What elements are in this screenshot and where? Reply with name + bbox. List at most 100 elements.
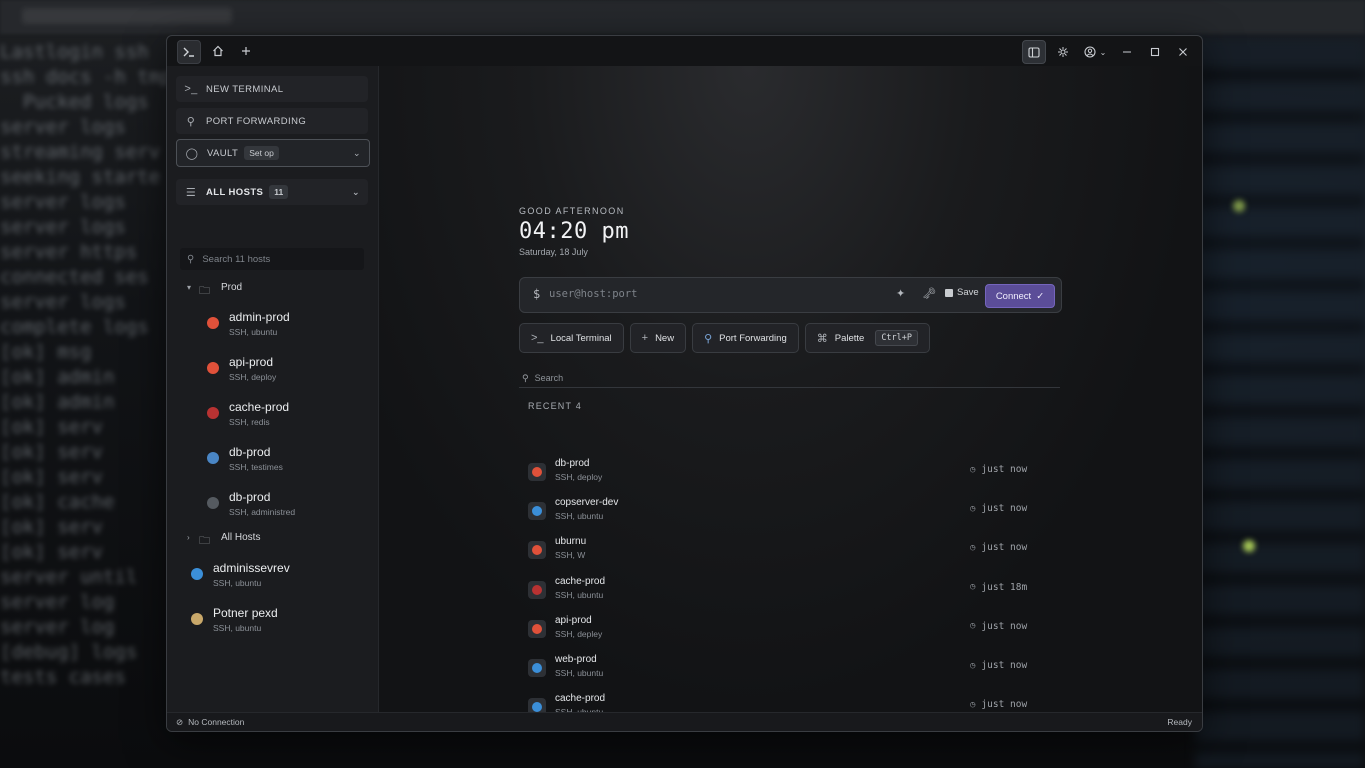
recent-time-label: just now: [981, 542, 1028, 554]
host-item[interactable]: cache-prod SSH, redis: [203, 398, 373, 434]
palette-label: Palette: [834, 332, 865, 344]
recent-host-details: SSH, ubuntu: [555, 668, 604, 678]
new-terminal-label: NEW TERMINAL: [206, 83, 284, 95]
sidebar-toggle-icon[interactable]: [1022, 40, 1046, 64]
host-details: SSH, ubuntu: [213, 623, 262, 633]
host-item[interactable]: adminissevrev SSH, ubuntu: [187, 559, 357, 595]
search-icon: ⚲: [522, 372, 529, 383]
host-os-icon: [528, 619, 546, 638]
recent-host-name: api-prod: [555, 614, 592, 626]
circle-icon: ◯: [185, 147, 199, 160]
host-item[interactable]: admin-prod SSH, ubuntu: [203, 308, 373, 344]
host-search-field[interactable]: ⚲ Search 11 hosts: [180, 248, 364, 270]
connect-button[interactable]: Connect ✓: [985, 284, 1055, 308]
folder-all-label: All Hosts: [221, 532, 261, 543]
recent-time-label: just now: [981, 620, 1028, 632]
no-connection-icon: ⊘: [176, 717, 184, 727]
plus-icon[interactable]: [235, 40, 257, 62]
recent-count: 4: [575, 401, 582, 411]
recent-time-label: just now: [981, 464, 1028, 475]
folder-prod-label: Prod: [221, 282, 243, 293]
user-icon: [1084, 46, 1096, 58]
network-icon: ⚲: [186, 115, 196, 128]
clock-icon: ◷: [970, 699, 976, 710]
home-icon[interactable]: [207, 40, 229, 62]
host-item[interactable]: db-prod SSH, testimes: [203, 443, 373, 479]
host-name: api-prod: [229, 355, 274, 369]
terminal-icon: >_: [531, 332, 544, 344]
host-item[interactable]: api-prod SSH, deploy: [203, 353, 373, 389]
recent-item[interactable]: cache-prod SSH, ubuntu ◷ just 18m: [527, 576, 1037, 612]
recent-time: ◷ just now: [970, 699, 1027, 710]
vault-badge: Set op: [244, 146, 279, 160]
extensions-icon[interactable]: [1052, 41, 1074, 63]
recent-item[interactable]: copserver-dev SSH, ubuntu ◷ just now: [527, 497, 1037, 533]
save-button[interactable]: Save: [945, 287, 979, 298]
new-terminal-button[interactable]: >_ NEW TERMINAL: [176, 76, 368, 102]
host-item[interactable]: db-prod SSH, administred: [203, 488, 373, 524]
recent-item[interactable]: uburnu SSH, W ◷ just now: [527, 536, 1037, 572]
close-icon[interactable]: [1172, 41, 1194, 63]
background-led: [1233, 200, 1245, 212]
vault-selector[interactable]: ◯ VAULT Set op ⌄: [176, 139, 370, 167]
chevron-right-icon: ›: [187, 533, 190, 542]
host-os-icon: [528, 580, 546, 599]
all-hosts-group[interactable]: ☰ ALL HOSTS 11 ⌄: [176, 179, 368, 205]
host-name: admin-prod: [229, 310, 290, 324]
status-bar: ⊘ No Connection Ready: [167, 712, 1202, 731]
clock-icon: ◷: [970, 660, 976, 671]
recent-item[interactable]: web-prod SSH, ubuntu ◷ just now: [527, 654, 1037, 690]
background-led: [1243, 540, 1255, 552]
minimize-icon[interactable]: [1116, 41, 1138, 63]
recent-time: ◷ just now: [970, 542, 1027, 553]
host-name: adminissevrev: [213, 561, 290, 575]
recent-item[interactable]: db-prod SSH, deploy ◷ just now: [527, 458, 1037, 494]
clock-icon: ◷: [970, 464, 976, 475]
all-hosts-label: ALL HOSTS: [206, 186, 264, 198]
greeting-block: GOOD AFTERNOON 04:20 pm Saturday, 18 Jul…: [519, 206, 629, 257]
terminal-icon[interactable]: [177, 40, 201, 64]
background-tab: [22, 8, 232, 24]
host-item[interactable]: Potner pexd SSH, ubuntu: [187, 604, 357, 640]
maximize-icon[interactable]: [1144, 41, 1166, 63]
new-host-button[interactable]: + New: [629, 323, 687, 353]
host-details: SSH, deploy: [229, 372, 277, 382]
host-details: SSH, redis: [229, 417, 270, 427]
recent-search-field[interactable]: ⚲ Search: [519, 369, 1060, 388]
check-icon: ✓: [1036, 290, 1045, 302]
local-terminal-button[interactable]: >_ Local Terminal: [519, 323, 624, 353]
pin-icon[interactable]: ✦: [896, 287, 905, 300]
recent-host-name: copserver-dev: [555, 497, 619, 509]
sidebar: >_ NEW TERMINAL ⚲ PORT FORWARDING ◯ VAUL…: [167, 66, 379, 713]
palette-button[interactable]: ⌘ Palette Ctrl+P: [804, 323, 931, 353]
recent-host-details: SSH, ubuntu: [555, 511, 604, 522]
port-forwarding-button[interactable]: ⚲ PORT FORWARDING: [176, 108, 368, 134]
title-bar: ⌄: [167, 36, 1202, 66]
recent-host-details: SSH, depley: [555, 628, 603, 639]
folder-prod[interactable]: ▾ 🗀 Prod: [187, 282, 243, 297]
recent-item[interactable]: api-prod SSH, depley ◷ just now: [527, 615, 1037, 651]
new-label: New: [655, 332, 675, 344]
recent-title: RECENT: [528, 401, 573, 411]
host-os-icon: [207, 407, 219, 419]
recent-time: ◷ just now: [970, 503, 1027, 514]
clock-time: 04:20 pm: [519, 219, 629, 244]
quick-connect-input[interactable]: [547, 287, 881, 301]
recent-host-details: SSH, ubuntu: [555, 589, 604, 600]
recent-host-name: web-prod: [555, 654, 597, 665]
host-name: cache-prod: [229, 400, 290, 414]
recent-time-label: just now: [981, 699, 1028, 711]
host-os-icon: [191, 613, 203, 625]
account-menu[interactable]: ⌄: [1080, 41, 1110, 63]
command-icon: ⌘: [816, 332, 828, 345]
vault-label: VAULT: [207, 147, 239, 159]
clock-icon: ◷: [970, 621, 976, 632]
recent-host-name: cache-prod: [555, 693, 606, 705]
clock-icon: ◷: [970, 503, 976, 514]
folder-all-hosts[interactable]: › 🗀 All Hosts: [187, 532, 261, 547]
port-forwarding-chip[interactable]: ⚲ Port Forwarding: [692, 323, 799, 353]
quick-connect-bar: $ ✦ 🗝 Save Connect ✓: [519, 277, 1062, 313]
host-name: Potner pexd: [213, 606, 278, 620]
quick-actions: >_ Local Terminal + New ⚲ Port Forwardin…: [519, 323, 931, 353]
key-icon[interactable]: 🗝: [922, 287, 936, 300]
